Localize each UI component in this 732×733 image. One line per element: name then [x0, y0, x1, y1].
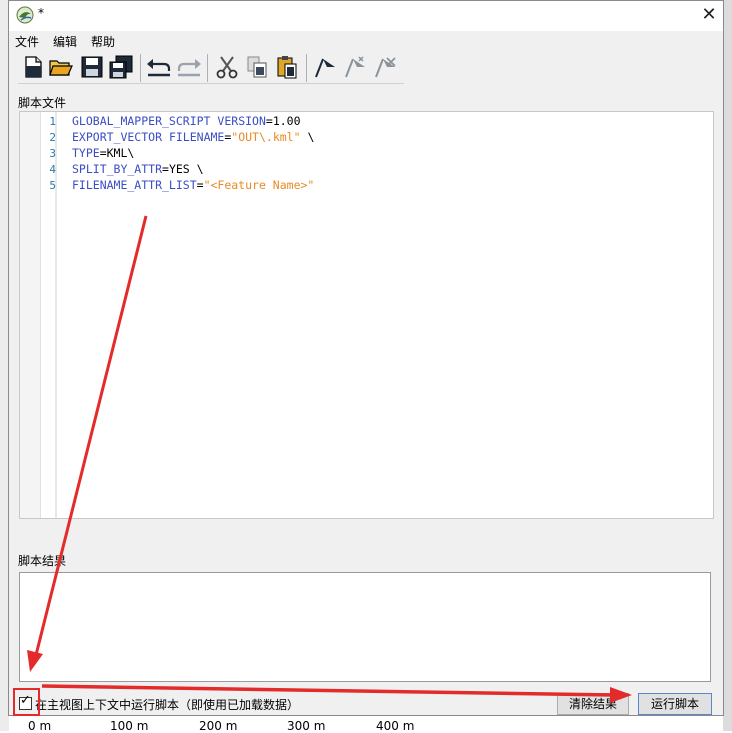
- background-map-right-edge: [723, 0, 732, 731]
- toolbar-separator: [140, 54, 141, 82]
- menu-help[interactable]: 帮助: [91, 33, 115, 50]
- run-in-main-view-label[interactable]: 在主视图上下文中运行脚本（即使用已加载数据）: [35, 696, 299, 713]
- menu-edit[interactable]: 编辑: [53, 33, 77, 50]
- new-file-icon[interactable]: [20, 54, 46, 80]
- close-button[interactable]: ✕: [696, 3, 722, 27]
- line-number: 3: [49, 147, 56, 160]
- run-script-button[interactable]: 运行脚本: [638, 693, 712, 715]
- script-results-label: 脚本结果: [18, 554, 67, 568]
- code-token: "OUT\.kml": [231, 130, 301, 144]
- script-results-box[interactable]: [19, 572, 711, 682]
- code-token: FILENAME_ATTR_LIST: [72, 178, 197, 192]
- code-token: =YES \: [162, 162, 204, 176]
- code-token: GLOBAL_MAPPER_SCRIPT: [72, 114, 211, 128]
- globe-icon: [16, 6, 34, 24]
- code-token: EXPORT_VECTOR: [72, 130, 163, 144]
- cut-icon[interactable]: [214, 54, 240, 80]
- code-token: FILENAME: [168, 130, 225, 144]
- undo-icon[interactable]: [146, 54, 172, 80]
- code-token: =1.00: [265, 114, 301, 128]
- line-number: 1: [49, 115, 56, 128]
- line-number: 2: [49, 131, 56, 144]
- code-token: TYPE: [72, 146, 100, 160]
- code-token: =KML\: [99, 146, 135, 160]
- annotation-highlight-box: [13, 688, 40, 716]
- script-file-label: 脚本文件: [18, 96, 67, 110]
- open-folder-icon[interactable]: [48, 54, 74, 80]
- code-line[interactable]: GLOBAL_MAPPER_SCRIPT VERSION=1.00: [72, 114, 301, 128]
- menu-file[interactable]: 文件: [15, 33, 39, 50]
- copy-icon[interactable]: [244, 54, 270, 80]
- code-line[interactable]: SPLIT_BY_ATTR=YES \: [72, 162, 204, 176]
- code-line[interactable]: FILENAME_ATTR_LIST="<Feature Name>": [72, 178, 314, 192]
- run-flag-icon[interactable]: [312, 54, 338, 80]
- code-token: VERSION: [217, 114, 266, 128]
- toolbar-separator: [306, 54, 307, 82]
- code-line[interactable]: TYPE=KML\: [72, 146, 134, 160]
- line-number: 5: [49, 179, 56, 192]
- code-token: "<Feature Name>": [203, 178, 315, 192]
- code-token: =: [196, 178, 204, 192]
- editor-gutter: [20, 112, 41, 518]
- save-icon[interactable]: [79, 54, 105, 80]
- step-flag-icon[interactable]: [342, 54, 368, 80]
- code-line[interactable]: EXPORT_VECTOR FILENAME="OUT\.kml" \: [72, 130, 314, 144]
- toolbar-separator: [207, 54, 208, 82]
- clear-results-button[interactable]: 清除结果: [557, 693, 629, 715]
- redo-icon[interactable]: [176, 54, 202, 80]
- line-number: 4: [49, 163, 56, 176]
- code-token: SPLIT_BY_ATTR: [72, 162, 163, 176]
- window-title: *: [38, 6, 44, 20]
- code-token: \: [300, 130, 315, 144]
- stop-flag-icon[interactable]: [372, 54, 398, 80]
- title-bar: [9, 1, 723, 31]
- paste-icon[interactable]: [274, 54, 300, 80]
- save-all-icon[interactable]: [108, 54, 134, 80]
- menu-bar: [9, 31, 723, 51]
